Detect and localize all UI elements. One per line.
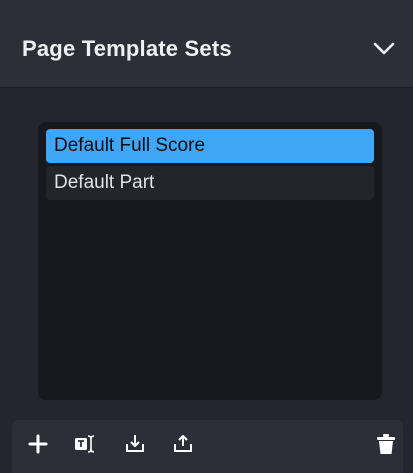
panel-toolbar <box>12 420 403 473</box>
rename-icon <box>74 434 96 459</box>
plus-icon <box>28 434 48 459</box>
list-item-label: Default Part <box>54 172 155 193</box>
export-icon <box>173 434 193 459</box>
list-item-label: Default Full Score <box>54 135 206 156</box>
add-button[interactable] <box>24 432 52 460</box>
list-item[interactable]: Default Full Score <box>46 129 374 163</box>
trash-icon <box>376 433 396 460</box>
import-button[interactable] <box>121 432 149 460</box>
export-button[interactable] <box>169 432 197 460</box>
panel-content: Default Full Score Default Part <box>0 88 413 400</box>
rename-button[interactable] <box>71 432 99 460</box>
panel-header[interactable]: Page Template Sets <box>0 0 413 88</box>
delete-button[interactable] <box>372 432 400 460</box>
panel-title: Page Template Sets <box>22 36 232 61</box>
list-item[interactable]: Default Part <box>46 166 374 200</box>
chevron-down-icon[interactable] <box>373 42 395 61</box>
page-template-sets-panel: Page Template Sets Default Full Score De… <box>0 0 413 473</box>
template-sets-list: Default Full Score Default Part <box>38 122 382 400</box>
import-icon <box>125 434 145 459</box>
